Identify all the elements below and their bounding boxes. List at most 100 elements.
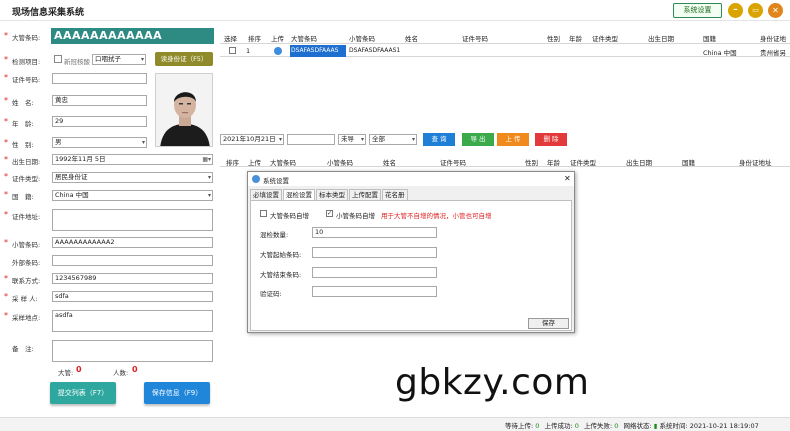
upload-filter-value: 未导	[341, 135, 354, 143]
system-time-value: 2021-10-21 18:19:07	[689, 422, 759, 430]
test-item-select[interactable]: 口咽拭子 ▾	[92, 54, 146, 65]
row-nationality: China 中国	[703, 49, 737, 57]
col-header: 排序	[226, 159, 239, 167]
dialog-save-button[interactable]: 保存	[528, 318, 569, 329]
row-small-barcode: DSAFASDFAAAS1	[349, 47, 401, 54]
required-marker: *	[4, 311, 8, 320]
query-button[interactable]: 查 询	[423, 133, 455, 146]
date-picker[interactable]: 2021年10月21日 ▾	[220, 134, 284, 145]
verify-code-label: 验证码:	[260, 290, 282, 298]
col-header: 上传	[271, 35, 284, 43]
col-header: 选择	[224, 35, 237, 43]
required-marker: *	[4, 190, 8, 199]
contact-label: 联系方式:	[12, 277, 41, 285]
remark-label: 备 注:	[12, 345, 34, 353]
small-barcode-input[interactable]: AAAAAAAAAAAA2	[52, 237, 213, 248]
required-marker: *	[4, 73, 8, 82]
maximize-button[interactable]: ▭	[748, 3, 763, 18]
small-auto-increment-checkbox[interactable]: ✓	[326, 210, 333, 217]
site-input[interactable]: asdfa	[52, 310, 213, 332]
col-header: 姓名	[383, 159, 396, 167]
status-info: 等待上传: 0 上传成功: 0 上传失败: 0 网络状态: ▮ 系统时间: 20…	[505, 420, 759, 430]
close-button[interactable]: ✕	[768, 3, 783, 18]
id-type-value: 居民身份证	[55, 173, 88, 181]
name-label: 姓 名:	[12, 99, 34, 107]
close-icon[interactable]: ✕	[564, 174, 571, 183]
upload-success-value: 0	[574, 422, 579, 430]
row-big-barcode[interactable]: DSAFASDFAAAS	[290, 45, 346, 57]
minimize-button[interactable]: –	[728, 3, 743, 18]
remark-input[interactable]	[52, 340, 213, 362]
search-input[interactable]	[287, 134, 335, 145]
test-item-checkbox-label: 新冠核酸	[64, 58, 90, 66]
chevron-down-icon: ▾	[207, 174, 211, 181]
test-item-checkbox[interactable]	[54, 55, 62, 63]
id-number-input[interactable]	[52, 73, 147, 84]
external-barcode-input[interactable]	[52, 255, 213, 266]
required-marker: *	[4, 138, 8, 147]
chevron-down-icon: ▾	[411, 136, 415, 143]
col-header: 姓名	[405, 35, 418, 43]
submit-list-button[interactable]: 提交列表（F7）	[50, 382, 116, 404]
network-status-label: 网络状态:	[623, 422, 652, 430]
id-number-label: 证件号码:	[12, 76, 41, 84]
name-input[interactable]: 黄忠	[52, 95, 147, 106]
scope-filter-select[interactable]: 全部 ▾	[369, 134, 417, 145]
birth-date-label: 出生日期:	[12, 158, 41, 166]
birth-date-value: 1992年11月 5日	[55, 155, 106, 163]
calendar-icon[interactable]: ▦▾	[202, 155, 211, 164]
id-type-label: 证件类型:	[12, 175, 41, 183]
address-label: 证件地址:	[12, 213, 41, 221]
test-item-select-value: 口咽拭子	[95, 55, 121, 63]
upload-status-icon	[274, 47, 282, 55]
gender-select[interactable]: 男 ▾	[52, 137, 147, 148]
row-select-checkbox[interactable]	[229, 47, 236, 54]
tab-specimen-type[interactable]: 标本类型	[316, 189, 348, 200]
scope-filter-value: 全部	[372, 135, 385, 143]
tab-required-settings[interactable]: 必填设置	[250, 189, 282, 200]
required-marker: *	[4, 31, 8, 40]
required-marker: *	[4, 210, 8, 219]
required-marker: *	[4, 155, 8, 164]
upload-filter-select[interactable]: 未导 ▾	[338, 134, 366, 145]
save-info-button[interactable]: 保存信息（F9）	[144, 382, 210, 404]
waiting-upload-label: 等待上传:	[505, 422, 534, 430]
address-input[interactable]	[52, 209, 213, 231]
big-count-label: 大管:	[58, 369, 74, 377]
tab-roster[interactable]: 花名册	[382, 189, 408, 200]
upload-button[interactable]: 上 传	[497, 133, 529, 146]
required-marker: *	[4, 274, 8, 283]
upload-fail-label: 上传失败:	[584, 422, 613, 430]
col-header: 性别	[525, 159, 538, 167]
auto-increment-hint: 用于大管不自增的情况，小管也可自增	[381, 212, 492, 220]
col-header: 身份证地	[760, 35, 786, 43]
barcode-input[interactable]: AAAAAAAAAAAA	[51, 28, 214, 44]
export-button[interactable]: 导 出	[462, 133, 494, 146]
big-start-input[interactable]	[312, 247, 437, 258]
upload-success-label: 上传成功:	[544, 422, 573, 430]
table-row[interactable]: 1 DSAFASDFAAAS DSAFASDFAAAS1 China 中国 贵州…	[220, 45, 790, 57]
tab-upload-config[interactable]: 上传配置	[349, 189, 381, 200]
collector-input[interactable]: sdfa	[52, 291, 213, 302]
age-input[interactable]: 29	[52, 116, 147, 127]
required-marker: *	[4, 117, 8, 126]
verify-code-input[interactable]	[312, 286, 437, 297]
col-header: 小管条码	[349, 35, 375, 43]
delete-button[interactable]: 删 除	[535, 133, 567, 146]
col-header: 出生日期	[626, 159, 652, 167]
id-type-select[interactable]: 居民身份证 ▾	[52, 172, 213, 183]
upload-fail-value: 0	[614, 422, 619, 430]
big-auto-increment-checkbox[interactable]	[260, 210, 267, 217]
read-id-card-button[interactable]: 读身份证（F5）	[155, 52, 213, 66]
system-settings-button[interactable]: 系统设置	[673, 3, 722, 18]
required-marker: *	[4, 172, 8, 181]
mix-count-input[interactable]: 10	[312, 227, 437, 238]
nationality-select[interactable]: China 中国 ▾	[52, 190, 213, 201]
birth-date-picker[interactable]: 1992年11月 5日 ▦▾	[52, 154, 213, 165]
col-header: 出生日期	[648, 35, 674, 43]
col-header: 证件类型	[592, 35, 618, 43]
big-count-value: 0	[76, 365, 82, 374]
big-end-input[interactable]	[312, 267, 437, 278]
contact-input[interactable]: 1234567989	[52, 273, 213, 284]
big-auto-increment-label: 大管条码自增	[270, 212, 309, 220]
